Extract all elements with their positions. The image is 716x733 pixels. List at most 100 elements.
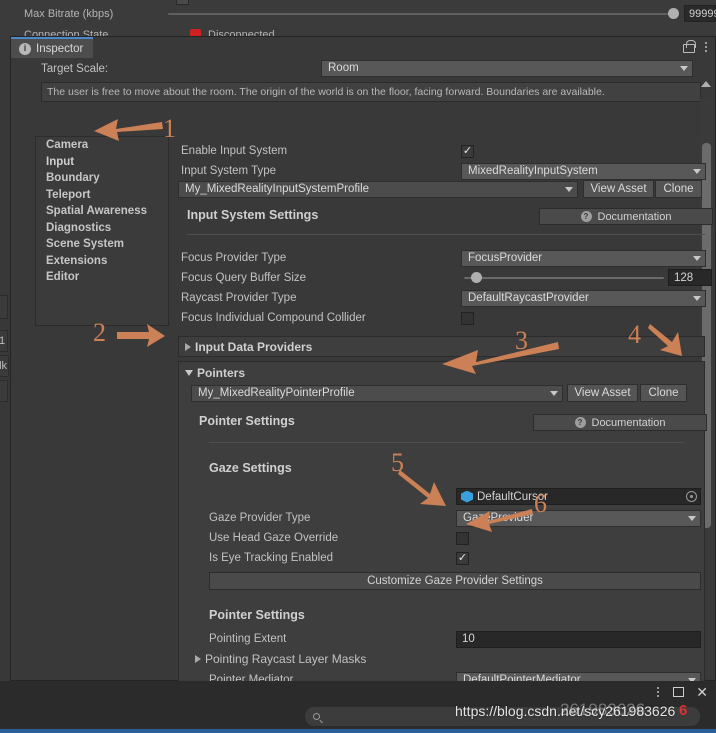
sidebar-item-label: Diagnostics xyxy=(46,221,112,234)
chevron-down-icon xyxy=(693,255,701,261)
sidebar-item-editor[interactable]: Editor xyxy=(36,269,168,286)
sidebar-item-label: Camera xyxy=(46,139,89,152)
window-controls: ✕ xyxy=(655,685,708,699)
input-data-providers-label: Input Data Providers xyxy=(195,339,313,354)
pointer-view-asset-button[interactable]: View Asset xyxy=(567,384,638,402)
object-picker-icon[interactable] xyxy=(686,491,697,502)
inspector-body: Camera Input Boundary Teleport Spatial A… xyxy=(21,136,716,714)
documentation-label: Documentation xyxy=(597,210,672,223)
eye-tracking-enabled-checkbox[interactable]: ✓ xyxy=(456,551,469,565)
kebab-menu-icon[interactable] xyxy=(703,41,709,52)
target-scale-value: Room xyxy=(328,62,359,74)
chevron-down-icon xyxy=(550,391,558,396)
sidebar-item-label: Boundary xyxy=(46,172,100,185)
documentation-label: Documentation xyxy=(591,416,666,429)
input-system-documentation-button[interactable]: ? Documentation xyxy=(539,208,713,225)
sidebar-item-teleport[interactable]: Teleport xyxy=(36,187,168,204)
input-system-type-dropdown[interactable]: MixedRealityInputSystem xyxy=(461,162,706,180)
enable-input-system-checkbox[interactable]: ✓ xyxy=(461,144,474,158)
raycast-provider-type-value: DefaultRaycastProvider xyxy=(468,291,589,304)
pointers-label: Pointers xyxy=(197,366,246,380)
focus-buffer-slider-track[interactable] xyxy=(464,277,664,279)
raycast-provider-type-label: Raycast Provider Type xyxy=(181,292,297,304)
maximize-icon[interactable] xyxy=(673,687,685,697)
focus-buffer-slider-knob[interactable] xyxy=(471,272,482,283)
divider xyxy=(209,442,684,443)
help-box: The user is free to move about the room.… xyxy=(41,82,701,102)
kebab-menu-icon[interactable] xyxy=(655,687,661,697)
sidebar-item-boundary[interactable]: Boundary xyxy=(36,170,168,187)
chevron-down-icon xyxy=(688,515,696,521)
inspector-tabbar-actions xyxy=(683,40,709,53)
clone-label: Clone xyxy=(663,183,694,195)
view-asset-button[interactable]: View Asset xyxy=(583,180,654,198)
max-bitrate-slider-track[interactable] xyxy=(168,13,673,15)
raycast-provider-type-row: Raycast Provider Type DefaultRaycastProv… xyxy=(181,288,706,308)
focus-compound-collider-label: Focus Individual Compound Collider xyxy=(181,312,366,324)
focus-provider-type-dropdown[interactable]: FocusProvider xyxy=(461,249,706,267)
focus-query-buffer-size-row: Focus Query Buffer Size 128 xyxy=(181,268,712,288)
input-system-type-label: Input System Type xyxy=(181,165,277,177)
tab-inspector-label: Inspector xyxy=(36,42,84,55)
max-bitrate-row: Max Bitrate (kbps) xyxy=(24,5,113,23)
tab-inspector[interactable]: i Inspector xyxy=(11,37,94,58)
screen-root: Max Bitrate (kbps) 99999 Connection Stat… xyxy=(0,0,716,733)
target-scale-dropdown[interactable]: Room xyxy=(321,60,693,77)
sidebar-item-spatial-awareness[interactable]: Spatial Awareness xyxy=(36,203,168,220)
lock-icon[interactable] xyxy=(683,40,696,53)
annotation-arrow-2 xyxy=(117,324,165,347)
pointer-documentation-button[interactable]: ? Documentation xyxy=(533,414,707,431)
edge-panel-a xyxy=(0,295,8,319)
pointing-extent-field[interactable]: 10 xyxy=(456,630,701,648)
raycast-provider-type-dropdown[interactable]: DefaultRaycastProvider xyxy=(461,289,706,307)
pointing-extent-row: Pointing Extent 10 xyxy=(209,629,709,649)
annotation-arrow-4 xyxy=(648,324,682,356)
focus-provider-type-value: FocusProvider xyxy=(468,251,543,264)
customize-gaze-provider-button[interactable]: Customize Gaze Provider Settings xyxy=(209,572,701,590)
pointer-clone-button[interactable]: Clone xyxy=(640,384,687,402)
checkmark-icon: ✓ xyxy=(457,551,468,564)
pointers-foldout-header[interactable]: Pointers xyxy=(179,366,245,380)
background-checkbox[interactable] xyxy=(176,0,189,5)
close-icon[interactable]: ✕ xyxy=(696,685,708,699)
focus-buffer-value-field[interactable]: 128 xyxy=(668,269,712,286)
head-gaze-override-label: Use Head Gaze Override xyxy=(209,532,339,544)
taskbar-accent xyxy=(0,729,716,733)
gaze-settings-header: Gaze Settings xyxy=(209,461,292,475)
annotation-number-1: 1 xyxy=(163,114,176,143)
divider xyxy=(187,234,705,235)
watermark-red-digit: 6 xyxy=(679,702,688,719)
sidebar-item-label: Scene System xyxy=(46,238,124,251)
focus-buffer-value: 128 xyxy=(674,271,694,284)
input-system-profile-dropdown[interactable]: My_MixedRealityInputSystemProfile xyxy=(178,181,578,198)
cursor-prefab-field[interactable]: DefaultCursor xyxy=(456,488,701,505)
focus-compound-collider-checkbox[interactable] xyxy=(461,311,474,325)
input-system-profile-value: My_MixedRealityInputSystemProfile xyxy=(185,183,370,195)
gaze-provider-type-label: Gaze Provider Type xyxy=(209,512,311,524)
checkmark-icon: ✓ xyxy=(462,144,473,157)
inspector-tabbar: i Inspector xyxy=(11,37,715,58)
pointer-settings-subheader: Pointer Settings xyxy=(209,608,305,622)
max-bitrate-value[interactable]: 99999 xyxy=(684,5,716,22)
sidebar-item-extensions[interactable]: Extensions xyxy=(36,253,168,270)
input-system-profile-row: My_MixedRealityInputSystemProfile View A… xyxy=(178,180,703,201)
annotation-arrow-5 xyxy=(398,470,446,506)
scroll-up-arrow[interactable] xyxy=(701,81,711,87)
chevron-right-icon xyxy=(195,655,201,663)
sidebar-item-scene-system[interactable]: Scene System xyxy=(36,236,168,253)
annotation-arrow-6 xyxy=(466,509,533,532)
sidebar-item-input[interactable]: Input xyxy=(36,154,168,171)
raycast-layer-masks-row[interactable]: Pointing Raycast Layer Masks xyxy=(195,649,695,669)
info-icon: i xyxy=(19,42,31,55)
pointing-extent-value: 10 xyxy=(462,633,475,645)
pointers-foldout: Pointers My_MixedRealityPointerProfile V… xyxy=(178,361,707,709)
max-bitrate-slider-knob[interactable] xyxy=(668,8,679,19)
pointer-profile-dropdown[interactable]: My_MixedRealityPointerProfile xyxy=(191,385,563,402)
annotation-arrow-3 xyxy=(442,342,559,374)
clone-button[interactable]: Clone xyxy=(655,180,702,198)
edge-panel-d xyxy=(0,380,8,402)
question-mark-icon: ? xyxy=(574,417,586,428)
annotation-number-3: 3 xyxy=(515,326,528,355)
input-system-type-row: Input System Type MixedRealityInputSyste… xyxy=(181,161,706,181)
sidebar-item-diagnostics[interactable]: Diagnostics xyxy=(36,220,168,237)
